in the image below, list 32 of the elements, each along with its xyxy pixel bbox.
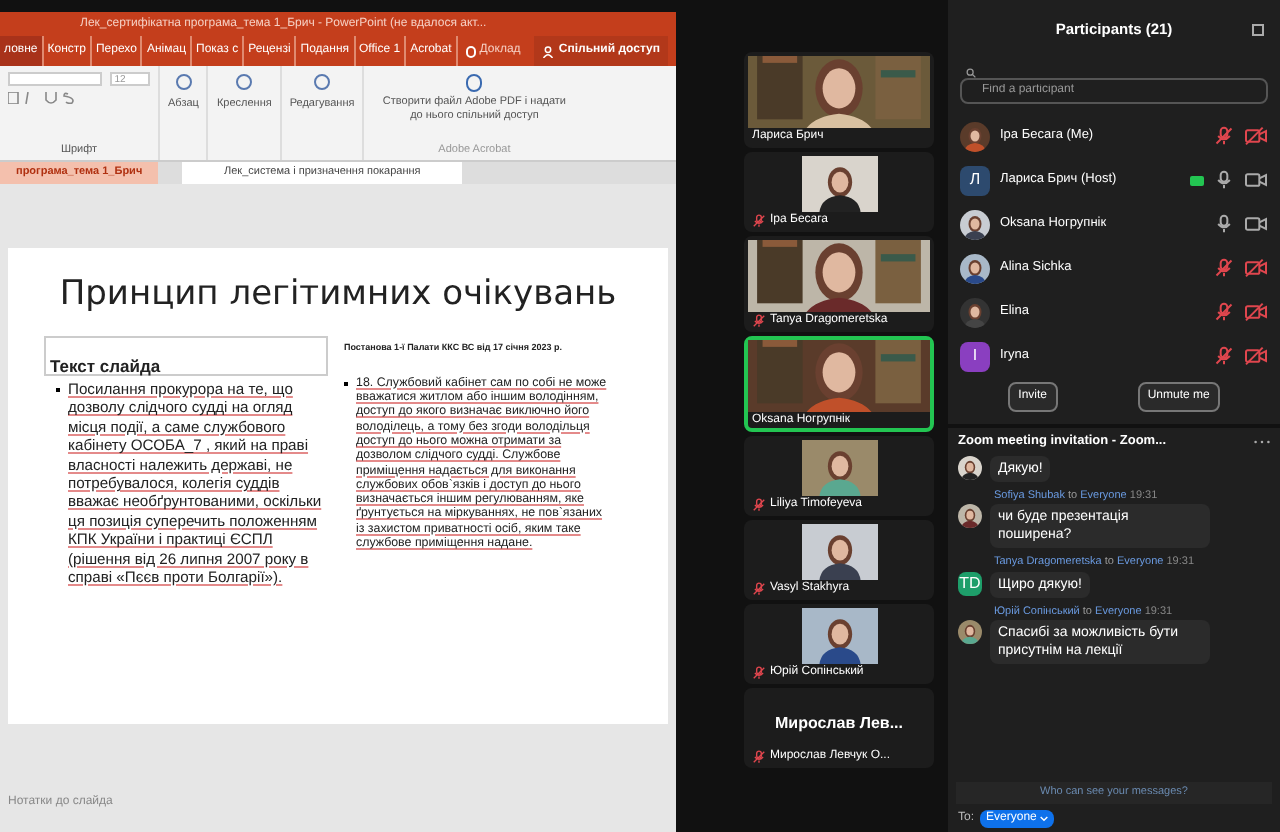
popout-icon[interactable] bbox=[1252, 24, 1264, 36]
muted-mic-icon bbox=[752, 313, 766, 327]
slide-title: Принцип легітимних очікувань bbox=[59, 272, 617, 316]
caret-icon bbox=[1040, 815, 1049, 821]
mic-icon bbox=[1214, 214, 1234, 234]
person-icon bbox=[542, 45, 555, 57]
text-input[interactable]: Текст слайда bbox=[44, 336, 328, 376]
mic-icon bbox=[1214, 170, 1234, 190]
font-name-field[interactable] bbox=[8, 72, 103, 86]
muted-mic-icon bbox=[1214, 126, 1234, 146]
camera-off-icon bbox=[1244, 302, 1268, 322]
muted-mic-icon bbox=[752, 497, 766, 511]
camera-icon bbox=[1244, 170, 1268, 190]
muted-mic-icon bbox=[1214, 258, 1234, 278]
muted-mic-icon bbox=[752, 749, 766, 763]
muted-mic-icon bbox=[752, 581, 766, 595]
camera-off-icon bbox=[1244, 126, 1268, 146]
group-icon bbox=[314, 74, 331, 90]
camera-off-icon bbox=[1244, 346, 1268, 366]
search-icon bbox=[966, 68, 976, 78]
camera-icon bbox=[1244, 214, 1268, 234]
avatar: TD bbox=[958, 571, 982, 595]
muted-mic-icon bbox=[752, 213, 766, 227]
muted-mic-icon bbox=[1214, 302, 1234, 322]
participant-name-large: Мирослав Лев... bbox=[774, 712, 904, 736]
muted-mic-icon bbox=[1214, 346, 1234, 366]
muted-mic-icon bbox=[752, 665, 766, 679]
group-icon bbox=[236, 74, 253, 90]
camera-off-icon bbox=[1244, 258, 1268, 278]
group-icon bbox=[175, 74, 192, 90]
avatar: Л bbox=[960, 165, 990, 195]
avatar: I bbox=[960, 341, 990, 371]
